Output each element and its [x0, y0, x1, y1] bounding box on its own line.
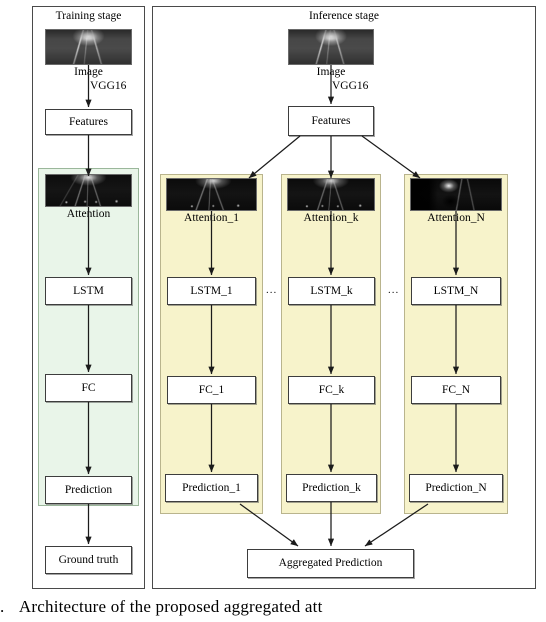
inference-branch-3-prediction-box: Prediction_N	[409, 474, 503, 502]
inference-branch-3-fc-box: FC_N	[411, 376, 501, 404]
inference-branch-3-panel	[404, 174, 508, 514]
training-features-box: Features	[45, 109, 132, 135]
figure-caption: . Architecture of the proposed aggregate…	[0, 596, 546, 622]
inference-branch-1-panel	[160, 174, 263, 514]
training-image-label: Image	[74, 66, 103, 78]
inference-branch-2-lstm-box: LSTM_k	[288, 277, 375, 305]
inference-branch-1-fc-box: FC_1	[167, 376, 256, 404]
inference-stage-title: Inference stage	[309, 10, 379, 22]
figure-architecture-diagram: Training stage Image VGG16 Features Atte…	[0, 0, 546, 622]
training-attention-label: Attention	[66, 208, 111, 220]
inference-image-label: Image	[316, 66, 346, 78]
figure-caption-text: Architecture of the proposed aggregated …	[18, 597, 323, 616]
training-ground-truth-box: Ground truth	[45, 546, 132, 574]
inference-branch-2-prediction-box: Prediction_k	[286, 474, 377, 502]
inference-branch-1-lstm-box: LSTM_1	[167, 277, 256, 305]
training-stage-title: Training stage	[55, 10, 122, 22]
branch-ellipsis-right: ...	[388, 284, 400, 296]
training-input-image-thumbnail	[45, 29, 132, 65]
inference-branch-3-lstm-box: LSTM_N	[411, 277, 501, 305]
inference-branch-1-attention-label: Attention_1	[184, 212, 239, 224]
inference-branch-2-attention-thumbnail	[287, 178, 375, 211]
figure-caption-prefix: .	[0, 597, 5, 616]
inference-branch-2-attention-label: Attention_k	[303, 212, 359, 224]
inference-branch-1-attention-thumbnail	[166, 178, 257, 211]
aggregated-prediction-box: Aggregated Prediction	[247, 549, 414, 578]
inference-branch-2-panel	[281, 174, 381, 514]
inference-branch-3-attention-thumbnail	[410, 178, 502, 211]
inference-branch-1-prediction-box: Prediction_1	[165, 474, 258, 502]
inference-features-box: Features	[288, 106, 374, 136]
training-fc-box: FC	[45, 374, 132, 402]
inference-branch-2-fc-box: FC_k	[288, 376, 375, 404]
training-prediction-box: Prediction	[45, 476, 132, 504]
inference-vgg16-edge-label: VGG16	[332, 80, 369, 92]
training-attention-map-thumbnail	[45, 174, 132, 207]
branch-ellipsis-left: ...	[266, 284, 278, 296]
inference-branch-3-attention-label: Attention_N	[427, 212, 485, 224]
training-vgg16-edge-label: VGG16	[90, 80, 127, 92]
training-lstm-box: LSTM	[45, 277, 132, 305]
inference-input-image-thumbnail	[288, 29, 374, 65]
